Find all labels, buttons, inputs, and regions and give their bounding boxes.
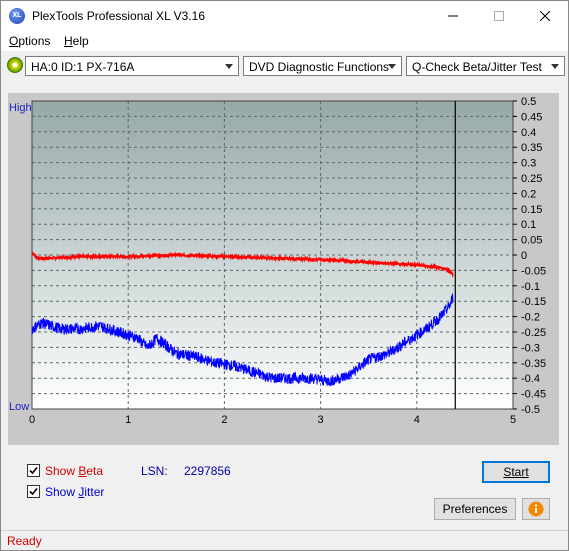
x-tick-label: 4 xyxy=(414,414,420,426)
y-tick-label: 0.35 xyxy=(521,142,542,154)
menu-bar: Options Help xyxy=(1,31,568,51)
jitter-beta-chart: 012345 0.50.450.40.350.30.250.20.150.10.… xyxy=(9,96,546,426)
minimize-icon xyxy=(448,15,458,17)
start-button[interactable]: Start xyxy=(482,461,550,483)
lsn-label: LSN: xyxy=(141,464,168,478)
menu-options-rest: ptions xyxy=(18,34,51,48)
test-select[interactable]: Q-Check Beta/Jitter Test xyxy=(406,56,565,76)
title-bar[interactable]: XL PlexTools Professional XL V3.16 xyxy=(1,1,568,31)
show-jitter-label[interactable]: Show Jitter xyxy=(45,485,104,499)
high-label: High xyxy=(9,102,32,114)
start-button-label: Start xyxy=(503,465,529,479)
checkmark-icon xyxy=(29,487,38,496)
window-title: PlexTools Professional XL V3.16 xyxy=(32,9,205,23)
grid-lines xyxy=(31,100,514,410)
show-beta-label[interactable]: Show Beta xyxy=(45,464,103,478)
y-tick-label: 0.4 xyxy=(521,127,536,139)
app-window: XL PlexTools Professional XL V3.16 Optio… xyxy=(0,0,569,551)
function-select-value: DVD Diagnostic Functions xyxy=(249,60,390,74)
y-axis-ticks: 0.5 0.45 0.4 0.35 0.3 0.25 0.2 0.15 0.1 0.05 0 -0.0… xyxy=(513,96,546,416)
menu-options-accel: O xyxy=(9,34,19,48)
y-tick-label: -0.05 xyxy=(521,265,546,277)
test-select-value: Q-Check Beta/Jitter Test xyxy=(412,60,542,74)
menu-options[interactable]: Options xyxy=(9,34,50,48)
y-tick-label: -0.3 xyxy=(521,342,540,354)
y-tick-label: 0.2 xyxy=(521,188,536,200)
y-tick-label: 0.25 xyxy=(521,173,542,185)
controls-area: Show Beta Show Jitter LSN: 2297856 Start… xyxy=(8,453,559,525)
preferences-button[interactable]: Preferences xyxy=(434,498,516,520)
y-tick-label: 0.1 xyxy=(521,219,536,231)
y-tick-label: 0.45 xyxy=(521,111,542,123)
checkmark-icon xyxy=(29,466,38,475)
y-tick-label: -0.25 xyxy=(521,327,546,339)
info-icon xyxy=(528,501,544,517)
info-button[interactable] xyxy=(522,498,550,520)
toolbar: HA:0 ID:1 PX-716A DVD Diagnostic Functio… xyxy=(1,51,568,81)
function-select[interactable]: DVD Diagnostic Functions xyxy=(243,56,402,76)
y-tick-label: 0.15 xyxy=(521,204,542,216)
app-icon: XL xyxy=(9,8,25,24)
drive-select-value: HA:0 ID:1 PX-716A xyxy=(31,60,135,74)
chevron-down-icon xyxy=(551,64,559,69)
status-bar: Ready xyxy=(1,530,568,550)
show-jitter-label-prefix: Show xyxy=(45,485,79,499)
menu-help[interactable]: Help xyxy=(64,34,89,48)
close-button[interactable] xyxy=(522,1,568,31)
show-jitter-label-rest: itter xyxy=(84,485,105,499)
menu-help-accel: H xyxy=(64,34,73,48)
maximize-icon xyxy=(494,11,504,21)
x-tick-label: 3 xyxy=(318,414,324,426)
lsn-value: 2297856 xyxy=(184,464,231,478)
minimize-button[interactable] xyxy=(430,1,476,31)
chart-panel: 012345 0.5 0.45 0.4 0.35 0.3 0.25 0.2 0.15 0.1 0.… xyxy=(8,93,559,445)
show-beta-label-rest: eta xyxy=(86,464,104,478)
x-tick-label: 1 xyxy=(125,414,131,426)
y-tick-label: 0.3 xyxy=(521,158,536,170)
x-tick-label: 0 xyxy=(29,414,35,426)
chevron-down-icon xyxy=(388,64,396,69)
y-tick-label: 0 xyxy=(521,250,527,262)
show-beta-checkbox[interactable] xyxy=(27,464,40,477)
y-tick-label: -0.15 xyxy=(521,296,546,308)
y-tick-label: -0.1 xyxy=(521,281,540,293)
status-text: Ready xyxy=(7,534,42,548)
menu-help-rest: elp xyxy=(72,34,89,48)
low-label: Low xyxy=(9,401,29,413)
show-jitter-checkbox[interactable] xyxy=(27,485,40,498)
y-tick-label: 0.05 xyxy=(521,235,542,247)
y-tick-label: -0.2 xyxy=(521,312,540,324)
x-tick-label: 5 xyxy=(510,414,516,426)
y-tick-label: -0.5 xyxy=(521,404,540,416)
x-tick-label: 2 xyxy=(221,414,227,426)
drive-select[interactable]: HA:0 ID:1 PX-716A xyxy=(25,56,239,76)
disc-icon xyxy=(7,57,23,73)
y-tick-label: -0.4 xyxy=(521,373,540,385)
close-icon xyxy=(540,11,550,21)
show-beta-label-prefix: Show xyxy=(45,464,79,478)
chevron-down-icon xyxy=(225,64,233,69)
y-tick-label: -0.45 xyxy=(521,389,546,401)
y-tick-label: -0.35 xyxy=(521,358,546,370)
preferences-button-label: Preferences xyxy=(442,502,508,516)
y-tick-label: 0.5 xyxy=(521,96,536,108)
maximize-button[interactable] xyxy=(476,1,522,31)
x-axis-ticks: 0 1 2 3 4 5 xyxy=(29,414,516,426)
